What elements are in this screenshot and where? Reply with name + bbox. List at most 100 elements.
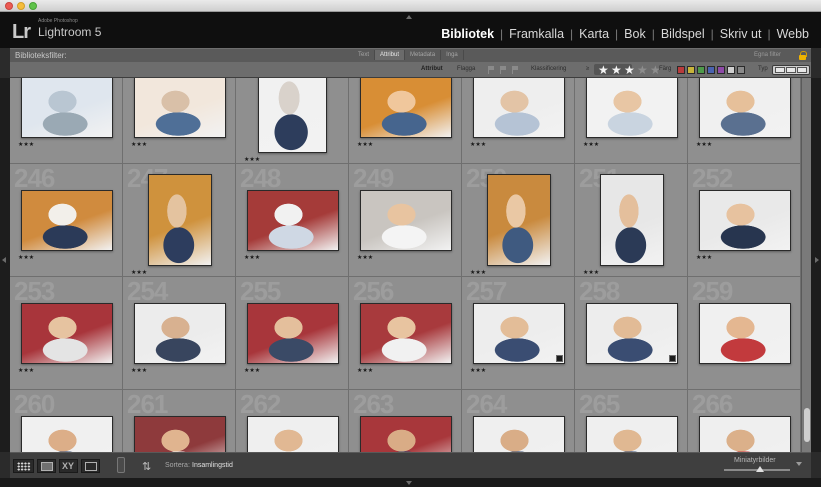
flag-unflagged-icon[interactable] <box>500 66 507 74</box>
photo-thumbnail[interactable] <box>360 416 452 452</box>
color-label-swatch[interactable] <box>727 66 735 74</box>
sort-direction-icon[interactable]: ⇅ <box>142 460 151 473</box>
photo-thumbnail[interactable] <box>699 190 791 251</box>
photo-thumbnail[interactable] <box>699 416 791 452</box>
grid-cell[interactable]: 262 <box>236 389 349 452</box>
grid-cell[interactable]: 260 <box>10 389 123 452</box>
grid-cell[interactable]: ★★★ <box>575 78 688 164</box>
photo-thumbnail[interactable] <box>487 174 551 266</box>
rating-star-icon[interactable]: ★ <box>611 63 622 77</box>
photo-thumbnail[interactable] <box>586 78 678 138</box>
color-label-swatch[interactable] <box>707 66 715 74</box>
grid-cell[interactable]: 248 ★★★ <box>236 163 349 277</box>
photo-thumbnail[interactable] <box>360 303 452 364</box>
collapse-top-panel-icon[interactable] <box>406 15 412 19</box>
flag-rejected-icon[interactable] <box>512 66 519 74</box>
scrollbar-thumb[interactable] <box>804 408 810 442</box>
module-skriv-ut[interactable]: Skriv ut <box>714 26 768 42</box>
thumbnail-rating[interactable]: ★★★ <box>696 254 712 262</box>
rating-operator[interactable]: ≥ <box>586 66 589 72</box>
photo-thumbnail[interactable] <box>134 78 226 138</box>
grid-cell[interactable]: 249 ★★★ <box>349 163 462 277</box>
filter-preset-dropdown[interactable]: Egna filter <box>754 52 781 58</box>
grid-cell[interactable]: 264 <box>462 389 575 452</box>
grid-cell[interactable]: 257 ★★★ <box>462 276 575 390</box>
rating-star-icon[interactable]: ★ <box>624 63 635 77</box>
filter-tab-metadata[interactable]: Metadata <box>405 50 442 60</box>
color-label-swatch[interactable] <box>697 66 705 74</box>
thumbnail-rating[interactable]: ★★★ <box>357 141 373 149</box>
photo-thumbnail[interactable] <box>473 416 565 452</box>
metadata-badge-icon[interactable] <box>556 355 563 362</box>
color-label-swatch[interactable] <box>687 66 695 74</box>
type-master-icon[interactable] <box>775 67 785 73</box>
color-label-swatch[interactable] <box>737 66 745 74</box>
grid-scrollbar[interactable] <box>801 78 811 452</box>
thumbnail-rating[interactable]: ★★★ <box>244 367 260 375</box>
grid-cell[interactable]: 253 ★★★ <box>10 276 123 390</box>
thumbnail-rating[interactable]: ★★★ <box>244 254 260 262</box>
thumbnail-rating[interactable]: ★★★ <box>470 141 486 149</box>
grid-cell[interactable]: 246 ★★★ <box>10 163 123 277</box>
module-karta[interactable]: Karta <box>573 26 615 42</box>
thumbnail-rating[interactable]: ★★★ <box>470 367 486 375</box>
filter-tab-text[interactable]: Text <box>353 50 376 60</box>
expand-filmstrip-icon[interactable] <box>406 481 412 485</box>
module-webb[interactable]: Webb <box>771 26 815 42</box>
compare-view-button[interactable]: XY <box>59 459 78 473</box>
photo-thumbnail[interactable] <box>586 303 678 364</box>
grid-cell[interactable]: 255 ★★★ <box>236 276 349 390</box>
module-bok[interactable]: Bok <box>618 26 652 42</box>
expand-left-panel-icon[interactable] <box>2 257 6 263</box>
photo-thumbnail[interactable] <box>473 78 565 138</box>
photo-thumbnail[interactable] <box>600 174 664 266</box>
lock-icon[interactable] <box>799 51 807 60</box>
photo-thumbnail[interactable] <box>247 416 339 452</box>
thumbnail-rating[interactable]: ★★★ <box>18 141 34 149</box>
grid-cell[interactable]: 254 ★★★ <box>123 276 236 390</box>
toolbar-menu-chevron-icon[interactable] <box>796 462 802 466</box>
grid-cell[interactable]: ★★★ <box>236 78 349 164</box>
photo-thumbnail[interactable] <box>360 190 452 251</box>
thumbnail-rating[interactable]: ★★★ <box>583 141 599 149</box>
survey-view-button[interactable] <box>81 459 100 473</box>
grid-cell[interactable]: 251★★★ <box>575 163 688 277</box>
grid-cell[interactable]: 252 ★★★ <box>688 163 801 277</box>
color-label-swatch[interactable] <box>717 66 725 74</box>
type-virtual-copy-icon[interactable] <box>786 67 796 73</box>
rating-star-icon[interactable]: ★ <box>637 63 648 77</box>
sort-dropdown[interactable]: Insamlingstid <box>192 462 233 469</box>
thumbnail-rating[interactable]: ★★★ <box>131 141 147 149</box>
maximize-window-button[interactable] <box>29 2 37 10</box>
module-bildspel[interactable]: Bildspel <box>655 26 711 42</box>
thumbnail-rating[interactable]: ★★★ <box>357 367 373 375</box>
photo-thumbnail[interactable] <box>699 78 791 138</box>
photo-thumbnail[interactable] <box>21 416 113 452</box>
thumbnail-rating[interactable]: ★★★ <box>18 367 34 375</box>
loupe-view-button[interactable] <box>37 459 56 473</box>
grid-cell[interactable]: 250★★★ <box>462 163 575 277</box>
photo-thumbnail[interactable] <box>247 190 339 251</box>
grid-cell[interactable]: 261 <box>123 389 236 452</box>
thumbnail-rating[interactable]: ★★★ <box>696 141 712 149</box>
flag-picked-icon[interactable] <box>488 66 495 74</box>
color-label-swatch[interactable] <box>677 66 685 74</box>
metadata-badge-icon[interactable] <box>669 355 676 362</box>
photo-thumbnail[interactable] <box>134 303 226 364</box>
grid-cell[interactable]: ★★★ <box>10 78 123 164</box>
grid-cell[interactable]: ★★★ <box>688 78 801 164</box>
minimize-window-button[interactable] <box>17 2 25 10</box>
rating-filter-stars[interactable]: ★ ★ ★ ★ ★ <box>594 63 664 77</box>
rating-star-icon[interactable]: ★ <box>598 63 609 77</box>
photo-thumbnail[interactable] <box>699 303 791 364</box>
photo-thumbnail[interactable] <box>258 78 327 153</box>
close-window-button[interactable] <box>5 2 13 10</box>
grid-cell[interactable]: 247★★★ <box>123 163 236 277</box>
filter-tab-attribut[interactable]: Attribut <box>375 50 406 60</box>
thumbnail-rating[interactable]: ★★★ <box>18 254 34 262</box>
photo-thumbnail[interactable] <box>21 78 113 138</box>
grid-cell[interactable]: 259 <box>688 276 801 390</box>
module-bibliotek[interactable]: Bibliotek <box>435 26 500 42</box>
grid-cell[interactable]: 258 <box>575 276 688 390</box>
thumbnail-grid[interactable]: ★★★★★★★★★★★★★★★★★★★★★246★★★247★★★248★★★2… <box>10 78 801 452</box>
